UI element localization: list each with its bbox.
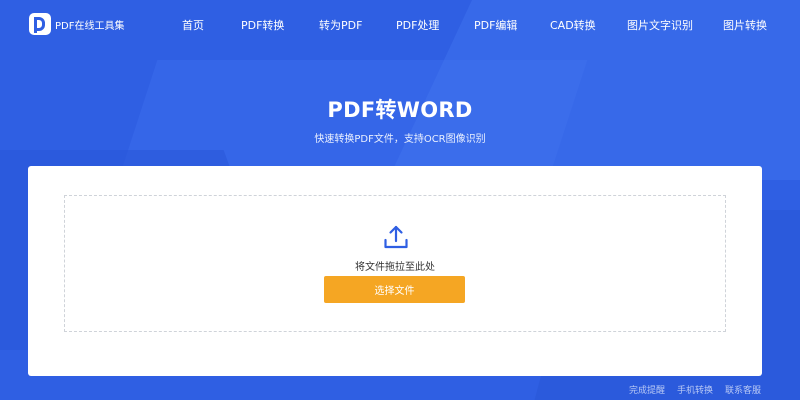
nav-item-pdf-edit[interactable]: PDF编辑 [474,17,517,33]
footer-links: 完成提醒 手机转换 联系客服 [629,383,761,396]
nav-item-image-convert[interactable]: 图片转换 [723,17,767,33]
nav-item-pdf-convert[interactable]: PDF转换 [241,17,284,33]
nav-item-cad-convert[interactable]: CAD转换 [550,17,596,33]
nav-item-pdf-process[interactable]: PDF处理 [396,17,439,33]
select-file-button[interactable]: 选择文件 [324,276,465,303]
page-title: PDF转WORD [327,98,473,122]
upload-icon [384,225,408,249]
file-dropzone[interactable]: 将文件拖拉至此处 选择文件 [64,195,726,332]
page-subtitle: 快速转换PDF文件，支持OCR图像识别 [314,134,486,145]
footer-link-contact-support[interactable]: 联系客服 [725,383,761,396]
nav-item-to-pdf[interactable]: 转为PDF [319,17,362,33]
logo-text: PDF在线工具集 [55,20,125,32]
upload-card: 将文件拖拉至此处 选择文件 [28,166,762,376]
nav-item-image-ocr[interactable]: 图片文字识别 [627,17,693,33]
footer-link-completion-reminder[interactable]: 完成提醒 [629,383,665,396]
top-header: PDF在线工具集 首页 PDF转换 转为PDF PDF处理 PDF编辑 CAD转… [0,0,800,50]
drop-hint-text: 将文件拖拉至此处 [355,262,435,273]
footer-link-mobile-convert[interactable]: 手机转换 [677,383,713,396]
site-logo[interactable]: PDF在线工具集 [29,13,124,35]
nav-item-home[interactable]: 首页 [182,17,204,33]
pdf-d-logo-icon [29,13,51,35]
